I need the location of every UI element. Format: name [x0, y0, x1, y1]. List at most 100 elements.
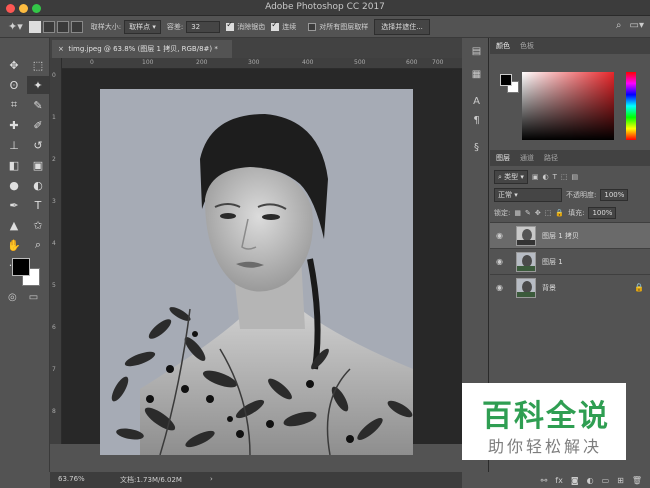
- ruler-label: 0: [90, 59, 94, 66]
- horizontal-ruler: 0 100 200 300 400 500 600 700: [62, 58, 462, 69]
- contiguous-checkbox[interactable]: [271, 20, 280, 31]
- layer-row[interactable]: ◉ 图层 1 拷贝: [490, 222, 650, 248]
- new-group-icon[interactable]: ▭: [602, 476, 610, 485]
- new-selection-icon[interactable]: [28, 20, 41, 33]
- color-panel-fg-swatch[interactable]: [500, 74, 512, 86]
- healing-tool-icon[interactable]: ✚: [3, 116, 25, 134]
- options-bar: ✦▾ 取样大小: 取样点 ▾ 容差: 32 消除锯齿 连续 对所有图层取样 选择…: [0, 16, 650, 38]
- eye-icon[interactable]: ◉: [496, 257, 508, 266]
- tab-layers[interactable]: 图层: [496, 153, 510, 163]
- watermark-banner: 百科全说 助你轻松解决: [462, 383, 626, 460]
- adjustments-panel-icon[interactable]: ▦: [470, 69, 484, 80]
- gradient-tool-icon[interactable]: ▣: [27, 156, 49, 174]
- filter-type-icon[interactable]: T: [553, 173, 557, 181]
- lock-pixels-icon[interactable]: ✎: [525, 209, 531, 217]
- filter-smart-icon[interactable]: ▤: [572, 173, 579, 181]
- filter-adjust-icon[interactable]: ◐: [543, 173, 549, 181]
- zoom-tool-icon[interactable]: ⌕: [27, 236, 49, 254]
- sample-all-checkbox[interactable]: [308, 22, 317, 31]
- marquee-tool-icon[interactable]: ⬚: [27, 56, 49, 74]
- document-tab-label: timg.jpeg @ 63.8% (图层 1 拷贝, RGB/8#) *: [68, 45, 218, 53]
- tab-swatches[interactable]: 色板: [520, 41, 534, 51]
- title-bar: Adobe Photoshop CC 2017: [0, 0, 650, 16]
- brush-tool-icon[interactable]: ✐: [27, 116, 49, 134]
- fx-icon[interactable]: fx: [555, 476, 563, 485]
- layers-panel-header: 图层 通道 路径: [490, 150, 650, 166]
- zoom-level[interactable]: 63.76%: [58, 475, 85, 483]
- stamp-tool-icon[interactable]: ⊥: [3, 136, 25, 154]
- select-and-mask-button[interactable]: 选择并遮住...: [374, 18, 430, 35]
- history-brush-icon[interactable]: ↺: [27, 136, 49, 154]
- eyedropper-tool-icon[interactable]: ✎: [27, 96, 49, 114]
- add-mask-icon[interactable]: ◙: [571, 476, 579, 485]
- lasso-tool-icon[interactable]: ʘ: [3, 76, 25, 94]
- glyphs-panel-icon[interactable]: §: [470, 142, 484, 153]
- chevron-right-icon[interactable]: ›: [210, 475, 213, 483]
- hand-tool-icon[interactable]: ✋: [3, 236, 25, 254]
- close-tab-icon[interactable]: ×: [58, 45, 64, 53]
- pen-tool-icon[interactable]: ✒: [3, 196, 25, 214]
- magic-wand-tool-icon[interactable]: ✦: [27, 76, 49, 94]
- layer-filter-dropdown[interactable]: ⌕ 类型 ▾: [494, 170, 528, 184]
- filter-shape-icon[interactable]: ⬚: [561, 173, 568, 181]
- hue-slider[interactable]: [626, 72, 636, 140]
- adjustment-layer-icon[interactable]: ◐: [587, 476, 594, 485]
- shape-tool-icon[interactable]: ✩: [27, 216, 49, 234]
- eye-icon[interactable]: ◉: [496, 231, 508, 240]
- opacity-input[interactable]: 100%: [600, 189, 629, 201]
- lock-all-icon[interactable]: 🔒: [555, 209, 564, 217]
- workspace-icon[interactable]: ▭▾: [630, 20, 644, 31]
- filter-pixel-icon[interactable]: ▣: [532, 173, 539, 181]
- lock-transparency-icon[interactable]: ▦: [514, 209, 521, 217]
- foreground-color-swatch[interactable]: [12, 258, 30, 276]
- character-panel-icon[interactable]: A: [470, 96, 484, 107]
- document-image[interactable]: [100, 89, 413, 455]
- sample-size-dropdown[interactable]: 取样点 ▾: [124, 19, 161, 34]
- tab-paths[interactable]: 路径: [544, 153, 558, 163]
- eraser-tool-icon[interactable]: ◧: [3, 156, 25, 174]
- layer-name: 图层 1 拷贝: [542, 231, 579, 240]
- type-tool-icon[interactable]: T: [27, 196, 49, 214]
- trash-icon[interactable]: 🗑: [632, 476, 642, 485]
- document-tab[interactable]: × timg.jpeg @ 63.8% (图层 1 拷贝, RGB/8#) *: [52, 40, 232, 58]
- quick-mask-icon[interactable]: ◎: [8, 292, 17, 303]
- blend-row: 正常 ▾ 不透明度: 100%: [490, 186, 650, 204]
- subtract-selection-icon[interactable]: [56, 20, 69, 33]
- sample-all-option[interactable]: 对所有图层取样: [308, 22, 368, 32]
- layer-row[interactable]: ◉ 图层 1: [490, 248, 650, 274]
- ruler-label: 7: [52, 366, 56, 373]
- color-spectrum-picker[interactable]: [522, 72, 614, 140]
- layer-row[interactable]: ◉ 背景 🔒: [490, 274, 650, 300]
- blend-mode-dropdown[interactable]: 正常 ▾: [494, 188, 562, 202]
- link-layers-icon[interactable]: ⚯: [541, 476, 548, 485]
- tab-color[interactable]: 颜色: [496, 41, 510, 51]
- add-selection-icon[interactable]: [42, 20, 55, 33]
- anti-alias-option[interactable]: 消除锯齿: [226, 20, 265, 32]
- ruler-label: 200: [196, 59, 208, 66]
- tab-channels[interactable]: 通道: [520, 153, 534, 163]
- search-icon[interactable]: ⌕: [616, 20, 622, 31]
- layer-filter-value: 类型: [504, 173, 519, 181]
- magic-wand-preset-icon[interactable]: ✦▾: [8, 20, 23, 33]
- ruler-label: 8: [52, 408, 56, 415]
- fill-input[interactable]: 100%: [588, 207, 617, 219]
- paragraph-panel-icon[interactable]: ¶: [470, 115, 484, 126]
- blur-tool-icon[interactable]: ●: [3, 176, 25, 194]
- intersect-selection-icon[interactable]: [70, 20, 83, 33]
- path-select-icon[interactable]: ▲: [3, 216, 25, 234]
- eye-icon[interactable]: ◉: [496, 283, 508, 292]
- history-panel-icon[interactable]: ▤: [470, 46, 484, 57]
- new-layer-icon[interactable]: ⊞: [617, 476, 624, 485]
- tolerance-input[interactable]: 32: [186, 20, 221, 33]
- screen-mode-icon[interactable]: ▭: [29, 292, 38, 303]
- lock-position-icon[interactable]: ✥: [535, 209, 541, 217]
- selection-mode-group: [28, 20, 85, 33]
- move-tool-icon[interactable]: ✥: [3, 56, 25, 74]
- lock-row: 锁定: ▦ ✎ ✥ ⬚ 🔒 填充: 100%: [490, 204, 650, 222]
- crop-tool-icon[interactable]: ⌗: [3, 96, 25, 114]
- anti-alias-checkbox[interactable]: [226, 20, 235, 31]
- dodge-tool-icon[interactable]: ◐: [27, 176, 49, 194]
- contiguous-option[interactable]: 连续: [271, 20, 296, 32]
- lock-artboard-icon[interactable]: ⬚: [545, 209, 552, 217]
- ruler-label: 3: [52, 198, 56, 205]
